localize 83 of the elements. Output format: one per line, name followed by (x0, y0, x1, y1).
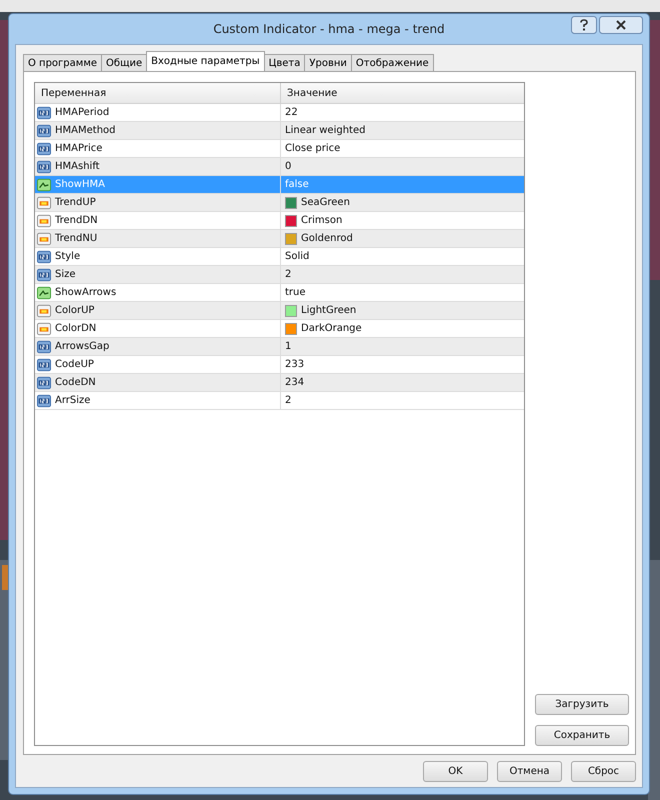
parameter-name: TrendUP (55, 197, 96, 208)
table-row[interactable]: TrendNU Goldenrod (35, 230, 524, 248)
table-row[interactable]: ArrSize 2 (35, 392, 524, 410)
number-icon (37, 124, 51, 138)
number-icon (37, 106, 51, 120)
parameter-value: DarkOrange (301, 323, 362, 334)
parameter-value: Linear weighted (285, 125, 366, 136)
color-icon (37, 232, 51, 246)
tab[interactable]: Общие (101, 54, 148, 71)
table-row[interactable]: ColorUP LightGreen (35, 302, 524, 320)
parameter-value: 22 (285, 107, 298, 118)
parameter-name: ColorUP (55, 305, 94, 316)
table-row[interactable]: ShowArrows true (35, 284, 524, 302)
number-icon (37, 394, 51, 408)
parameter-value: 233 (285, 359, 304, 370)
parameter-name: Size (55, 269, 76, 280)
color-icon (37, 214, 51, 228)
tab[interactable]: Уровни (304, 54, 352, 71)
parameter-name: ColorDN (55, 323, 96, 334)
color-icon (37, 322, 51, 336)
tab[interactable]: Отображение (350, 54, 434, 71)
column-header[interactable]: Значение (281, 83, 338, 103)
table-row[interactable]: TrendUP SeaGreen (35, 194, 524, 212)
table-row[interactable]: Style Solid (35, 248, 524, 266)
table-row[interactable]: CodeDN 234 (35, 374, 524, 392)
dialog-button[interactable]: Отмена (497, 761, 562, 782)
number-icon (37, 358, 51, 372)
parameter-name: Style (55, 251, 80, 262)
number-icon (37, 340, 51, 354)
parameter-value: Close price (285, 143, 340, 154)
parameter-name: HMAPrice (55, 143, 102, 154)
toggle-icon (37, 178, 51, 192)
parameter-name: HMAPeriod (55, 107, 110, 118)
parameter-name: ArrSize (55, 395, 90, 406)
number-icon (37, 160, 51, 174)
parameter-name: HMAshift (55, 161, 100, 172)
dialog-button[interactable]: Сброс (571, 761, 636, 782)
color-icon (37, 196, 51, 210)
parameter-value: LightGreen (301, 305, 356, 316)
parameter-name: CodeUP (55, 359, 94, 370)
close-icon[interactable] (599, 16, 643, 34)
side-button[interactable]: Сохранить (535, 725, 629, 746)
tab[interactable]: Цвета (264, 54, 306, 71)
parameter-name: ShowHMA (55, 179, 105, 190)
column-header[interactable]: Переменная (35, 83, 281, 103)
parameter-value: Goldenrod (301, 233, 353, 244)
toggle-icon (37, 286, 51, 300)
number-icon (37, 268, 51, 282)
parameter-value: 0 (285, 161, 292, 172)
table-row[interactable]: CodeUP 233 (35, 356, 524, 374)
parameter-value: 234 (285, 377, 304, 388)
side-button[interactable]: Загрузить (535, 694, 629, 715)
parameter-value: 2 (285, 395, 292, 406)
parameter-value: Solid (285, 251, 310, 262)
tab[interactable]: Входные параметры (146, 51, 265, 71)
parameter-name: HMAMethod (55, 125, 116, 136)
help-icon[interactable] (571, 16, 597, 34)
parameter-value: true (285, 287, 306, 298)
parameter-name: TrendDN (55, 215, 98, 226)
number-icon (37, 376, 51, 390)
parameter-name: ShowArrows (55, 287, 116, 298)
parameter-name: ArrowsGap (55, 341, 110, 352)
parameter-value: 2 (285, 269, 292, 280)
table-row[interactable]: HMAshift 0 (35, 158, 524, 176)
table-row[interactable]: ColorDN DarkOrange (35, 320, 524, 338)
color-icon (37, 304, 51, 318)
parameter-name: CodeDN (55, 377, 96, 388)
table-row[interactable]: Size 2 (35, 266, 524, 284)
number-icon (37, 142, 51, 156)
table-row[interactable]: HMAPeriod 22 (35, 104, 524, 122)
table-row[interactable]: HMAMethod Linear weighted (35, 122, 524, 140)
parameter-value: false (285, 179, 309, 190)
parameter-value: SeaGreen (301, 197, 350, 208)
tab[interactable]: О программе (23, 54, 102, 71)
parameter-value: Crimson (301, 215, 342, 226)
window-title: Custom Indicator - hma - mega - trend (213, 22, 445, 36)
table-row[interactable]: HMAPrice Close price (35, 140, 524, 158)
number-icon (37, 250, 51, 264)
table-row[interactable]: TrendDN Crimson (35, 212, 524, 230)
parameter-name: TrendNU (55, 233, 98, 244)
table-row[interactable]: ArrowsGap 1 (35, 338, 524, 356)
parameter-value: 1 (285, 341, 292, 352)
dialog-button[interactable]: OK (423, 761, 488, 782)
